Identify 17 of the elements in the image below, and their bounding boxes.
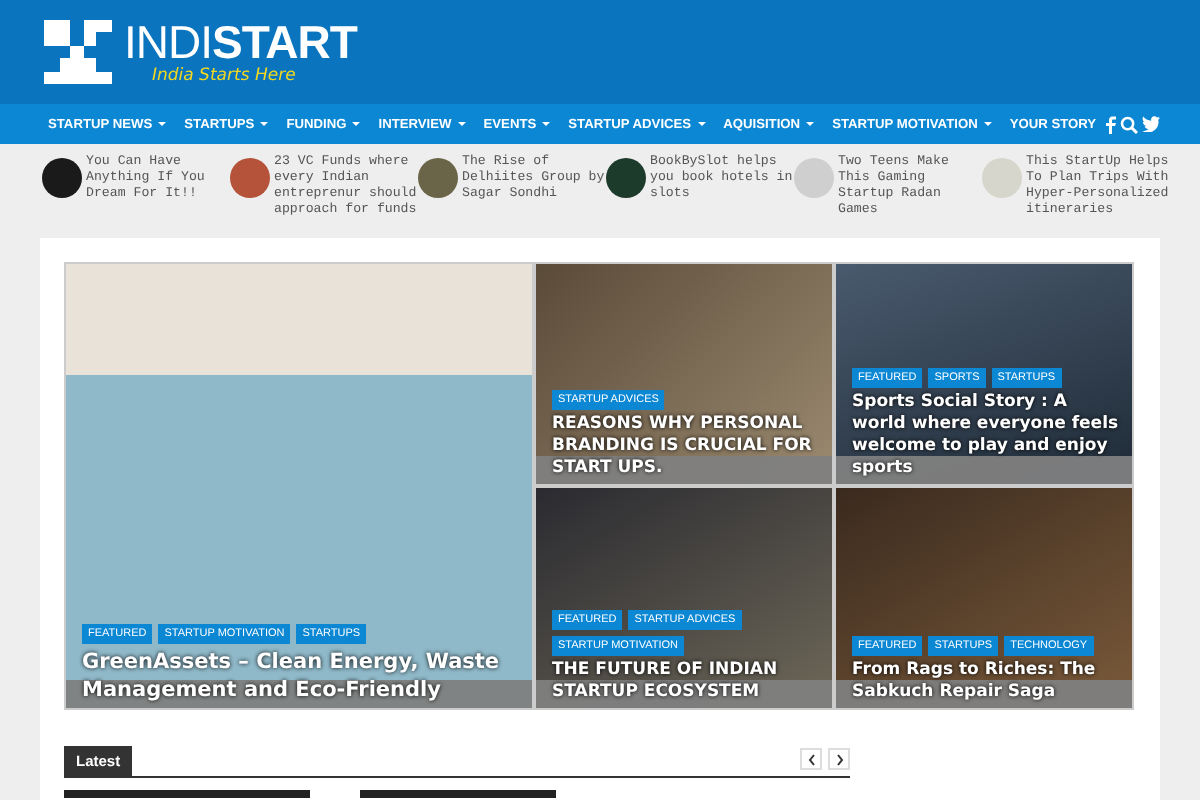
photo-placeholder[interactable] xyxy=(606,158,646,198)
article-title[interactable]: From Rags to Riches: The Sabkuch Repair Saga xyxy=(852,660,1120,704)
previous-button[interactable] xyxy=(800,748,822,770)
chevron-right-icon xyxy=(835,753,843,765)
site-title[interactable]: INDISTART xyxy=(124,18,357,66)
article-title[interactable]: THE FUTURE OF INDIAN STARTUP ECOSYSTEM xyxy=(552,660,820,704)
site-tagline: India Starts Here xyxy=(152,66,298,86)
logo-icon xyxy=(44,20,112,84)
next-button[interactable] xyxy=(828,748,850,770)
article-title[interactable]: REASONS WHY PERSONAL BRANDING IS CRUCIAL FOR START UPS. xyxy=(552,414,820,480)
article-title[interactable]: Sports Social Story : A world where everyone feels welcome to play and enjoy sports xyxy=(852,392,1120,480)
article-title[interactable]: GreenAssets – Clean Energy, Waste Management and Eco-Friendly xyxy=(82,648,520,704)
facebook-icon[interactable] xyxy=(1106,115,1117,133)
search-icon[interactable] xyxy=(1120,115,1139,133)
chevron-left-icon xyxy=(807,753,815,765)
bird-icon[interactable] xyxy=(1142,116,1161,132)
photo-placeholder[interactable] xyxy=(42,158,82,198)
